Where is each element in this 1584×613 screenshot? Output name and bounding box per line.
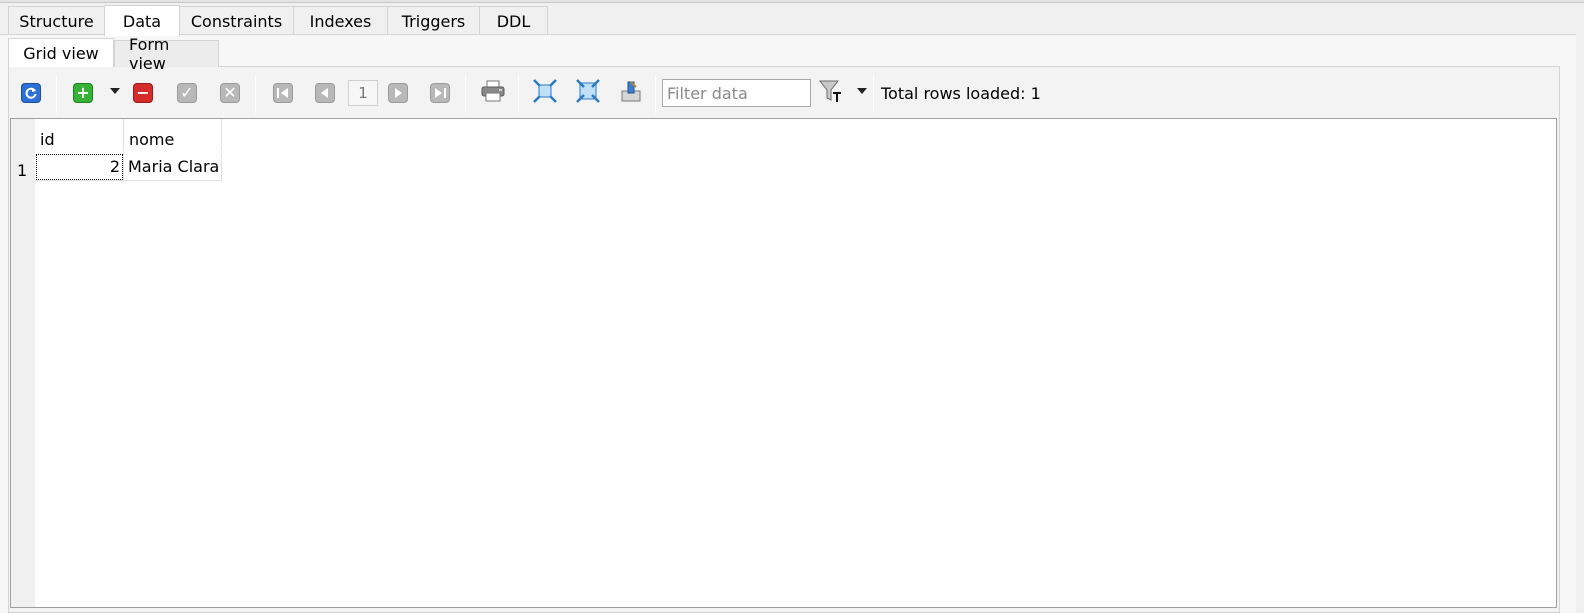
print-icon [481,80,505,106]
export-button[interactable] [618,80,644,106]
last-page-button[interactable] [427,80,453,106]
commit-button[interactable]: ✓ [174,80,200,106]
commit-icon: ✓ [177,83,197,103]
window-top-edge [0,0,1584,3]
export-icon [619,79,643,107]
tab-form-view[interactable]: Form view [114,35,219,73]
delete-row-button[interactable]: − [130,80,156,106]
next-page-icon [388,83,408,103]
tab-triggers[interactable]: Triggers [387,6,480,35]
apply-filter-button[interactable] [818,80,844,106]
data-toolbar: + − ✓ ✕ 1 Filter data Total rows loaded:… [12,72,1552,116]
tab-structure[interactable]: Structure [8,6,105,35]
table-editor-tabs: Structure Data Constraints Indexes Trigg… [8,5,548,36]
total-rows-loaded: Total rows loaded: 1 [881,84,1041,103]
toolbar-separator [655,75,656,113]
tab-constraints[interactable]: Constraints [179,6,294,35]
print-button[interactable] [480,80,506,106]
row-number[interactable]: 1 [11,157,35,183]
refresh-button[interactable] [18,80,44,106]
filter-data-input[interactable] [662,79,811,107]
data-grid: id nome 1 2 Maria Clara [10,118,1557,608]
add-row-icon: + [73,83,93,103]
expand-columns-button[interactable] [532,79,558,107]
refresh-icon [21,83,41,103]
toolbar-separator [518,75,519,113]
first-page-icon [273,83,293,103]
tab-ddl[interactable]: DDL [479,6,548,35]
prev-page-icon [315,83,335,103]
collapse-columns-icon [576,79,600,107]
table-cell-nome[interactable]: Maria Clara [124,153,222,181]
tab-grid-view[interactable]: Grid view [8,38,114,67]
first-page-button[interactable] [270,80,296,106]
tab-indexes[interactable]: Indexes [293,6,388,35]
page-number: 1 [348,80,378,106]
filter-dropdown[interactable] [857,88,867,94]
next-page-button[interactable] [385,80,411,106]
last-page-icon [430,83,450,103]
rollback-button[interactable]: ✕ [217,80,243,106]
row-number-column [11,119,35,607]
add-row-dropdown[interactable] [110,88,120,94]
column-header-id[interactable]: id [35,119,124,151]
collapse-columns-button[interactable] [575,79,601,107]
tab-data[interactable]: Data [104,5,180,36]
expand-columns-icon [533,79,557,107]
delete-row-icon: − [133,83,153,103]
toolbar-separator [56,75,57,113]
rollback-icon: ✕ [220,83,240,103]
toolbar-separator [465,75,466,113]
column-header-nome[interactable]: nome [124,119,222,151]
data-view-tabs: Grid view Form view [8,35,219,73]
table-cell-id[interactable]: 2 [35,153,124,181]
toolbar-separator [255,75,256,113]
add-row-button[interactable]: + [70,80,96,106]
toolbar-separator [873,75,874,113]
prev-page-button[interactable] [312,80,338,106]
filter-funnel-icon [818,78,844,108]
